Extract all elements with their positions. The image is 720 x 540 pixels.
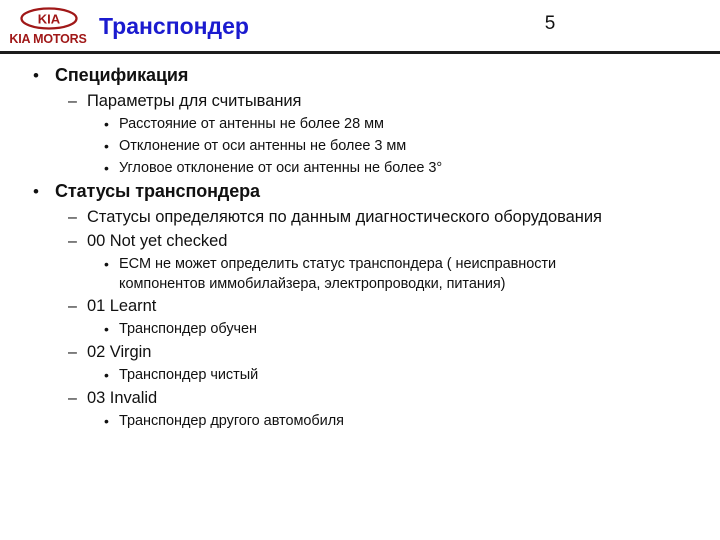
list-item-label: Параметры для считывания [87, 92, 302, 110]
list-item: • Спецификация [0, 64, 720, 88]
list-item: –03 Invalid [0, 387, 720, 410]
slide: KIA KIA MOTORS Транспондер 5 • Спецификац… [0, 0, 720, 540]
kia-logo: KIA KIA MOTORS [7, 7, 89, 52]
list-item-label: 02 Virgin [87, 343, 152, 361]
kia-motors-wordmark: KIA MOTORS [9, 32, 87, 46]
bullet-list: • Спецификация – Параметры для считывания • Р… [0, 64, 720, 433]
list-item: • Угловое отклонение от оси антенны не бо… [0, 158, 720, 179]
dot-bullet-icon: • [104, 367, 109, 383]
list-item-label: Спецификация [55, 65, 189, 85]
dot-bullet-icon: • [104, 138, 109, 154]
dot-bullet-icon: • [33, 182, 39, 201]
list-item: –02 Virgin [0, 341, 720, 364]
list-item-label: Отклонение от оси антенны не более 3 мм [119, 138, 407, 154]
list-item: – Статусы определяются по данным диагност… [0, 206, 720, 229]
dot-bullet-icon: • [33, 66, 39, 85]
list-item: –01 Learnt [0, 295, 720, 318]
dash-bullet-icon: – [68, 209, 77, 226]
list-item-label: Угловое отклонение от оси антенны не бол… [119, 160, 443, 176]
page-number: 5 [544, 13, 556, 34]
dot-bullet-icon: • [104, 321, 109, 337]
list-item: • Транспондер обучен [0, 319, 720, 340]
list-item: • Транспондер другого автомобиля [0, 411, 720, 432]
list-item: • ECM не может определить статус транспон… [0, 254, 720, 294]
dot-bullet-icon: • [104, 256, 109, 272]
dash-bullet-icon: – [68, 93, 77, 110]
list-item-label: Статусы транспондера [55, 181, 260, 201]
kia-oval-icon: KIA [20, 7, 78, 30]
list-item: – Параметры для считывания [0, 90, 720, 113]
list-item: • Статусы транспондера [0, 180, 720, 204]
dot-bullet-icon: • [104, 160, 109, 176]
page-title: Транспондер [99, 13, 249, 39]
dot-bullet-icon: • [104, 413, 109, 429]
header-divider [0, 51, 720, 54]
dot-bullet-icon: • [104, 116, 109, 132]
list-item-label: ECM не может определить статус транспонд… [119, 256, 557, 292]
list-item: • Транспондер чистый [0, 365, 720, 386]
svg-text:KIA: KIA [38, 12, 61, 27]
dash-bullet-icon: – [68, 298, 77, 315]
list-item: –00 Not yet checked [0, 230, 720, 253]
dash-bullet-icon: – [68, 344, 77, 361]
list-item-label: Транспондер обучен [119, 321, 257, 337]
list-item-label: Транспондер другого автомобиля [119, 413, 344, 429]
list-item-label: Транспондер чистый [119, 367, 259, 383]
list-item: • Отклонение от оси антенны не более 3 мм [0, 136, 720, 157]
list-item-label: Статусы определяются по данным диагности… [87, 208, 602, 226]
list-item-label: 01 Learnt [87, 297, 157, 315]
list-item-label: 03 Invalid [87, 389, 158, 407]
dash-bullet-icon: – [68, 390, 77, 407]
slide-header: KIA KIA MOTORS Транспондер 5 [0, 0, 720, 54]
list-item-label: 00 Not yet checked [87, 232, 228, 250]
list-item: • Расстояние от антенны не более 28 мм [0, 114, 720, 135]
dash-bullet-icon: – [68, 233, 77, 250]
list-item-label: Расстояние от антенны не более 28 мм [119, 116, 384, 132]
